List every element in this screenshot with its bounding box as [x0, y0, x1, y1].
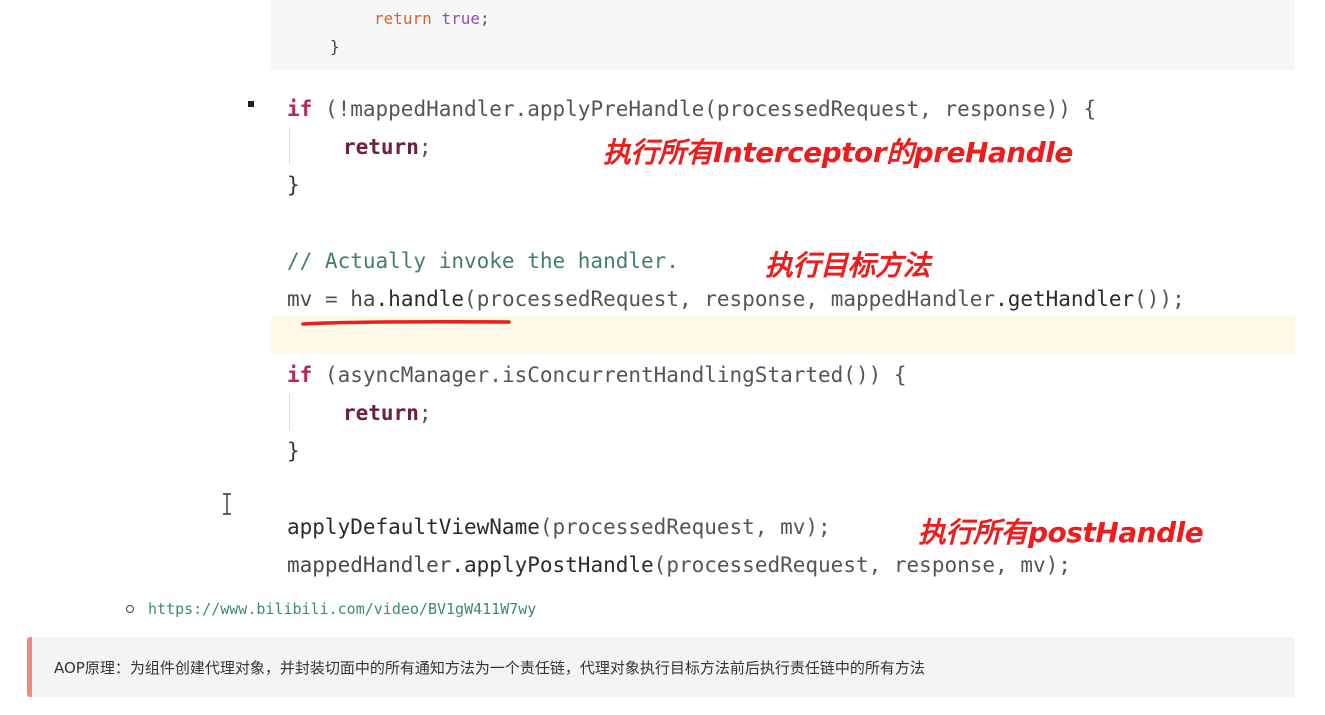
get-handler-method: .getHandler	[995, 287, 1135, 311]
indent-guide	[289, 128, 290, 164]
text-cursor-icon	[223, 493, 231, 515]
code-text: (!mappedHandler.applyPreHandle(processed…	[312, 97, 1097, 121]
video-link[interactable]: https://www.bilibili.com/video/BV1gW411W…	[148, 600, 536, 618]
code-line-if-async: if (asyncManager.isConcurrentHandlingSta…	[287, 361, 907, 389]
code-line-return: return;	[343, 133, 432, 161]
handle-method: .handle	[375, 287, 465, 311]
post-handle-method: .applyPostHandle	[451, 553, 654, 577]
mapped-handler-variable: mappedHandler	[287, 553, 452, 577]
return-keyword: return	[343, 401, 419, 425]
equals-sign: =	[312, 287, 351, 311]
ha-variable: ha	[350, 287, 376, 311]
code-line-return: return;	[343, 399, 432, 427]
return-keyword: return	[343, 135, 419, 159]
code-line-default-view: applyDefaultViewName(processedRequest, m…	[287, 513, 831, 541]
aop-note-text: AOP原理：为组件创建代理对象，并封装切面中的所有通知方法为一个责任链，代理对象…	[54, 658, 925, 677]
code-line-if-prehandle: if (!mappedHandler.applyPreHandle(proces…	[287, 95, 1096, 123]
code-comment: // Actually invoke the handler.	[287, 249, 679, 273]
code-line-post-handle: mappedHandler.applyPostHandle(processedR…	[287, 551, 1071, 579]
main-code-block: if (!mappedHandler.applyPreHandle(proces…	[0, 0, 1325, 590]
annotation-target-method: 执行目标方法	[765, 249, 931, 282]
red-underline	[301, 320, 511, 326]
list-bullet	[248, 101, 254, 107]
if-keyword: if	[287, 97, 313, 121]
annotation-prehandle: 执行所有Interceptor的preHandle	[603, 136, 1073, 169]
code-line-close-brace: }	[287, 439, 300, 463]
post-handle-args: (processedRequest, response, mv);	[653, 553, 1071, 577]
circle-bullet-icon	[126, 605, 134, 613]
code-line-handle: mv = ha.handle(processedRequest, respons…	[287, 285, 1185, 313]
code-line-close-brace: }	[287, 173, 300, 197]
code-text: (asyncManager.isConcurrentHandlingStarte…	[312, 363, 907, 387]
aop-note-block: AOP原理：为组件创建代理对象，并封装切面中的所有通知方法为一个责任链，代理对象…	[27, 637, 1295, 697]
default-view-method: applyDefaultViewName	[287, 515, 540, 539]
handle-args: (processedRequest, response, mappedHandl…	[464, 287, 996, 311]
semicolon: ;	[418, 135, 432, 159]
list-item: https://www.bilibili.com/video/BV1gW411W…	[126, 598, 536, 620]
semicolon: ;	[418, 401, 432, 425]
handle-tail: ());	[1134, 287, 1185, 311]
default-view-args: (processedRequest, mv);	[539, 515, 831, 539]
indent-guide	[289, 394, 290, 430]
mv-variable: mv	[287, 287, 313, 311]
annotation-posthandle: 执行所有postHandle	[918, 516, 1204, 549]
if-keyword: if	[287, 363, 313, 387]
